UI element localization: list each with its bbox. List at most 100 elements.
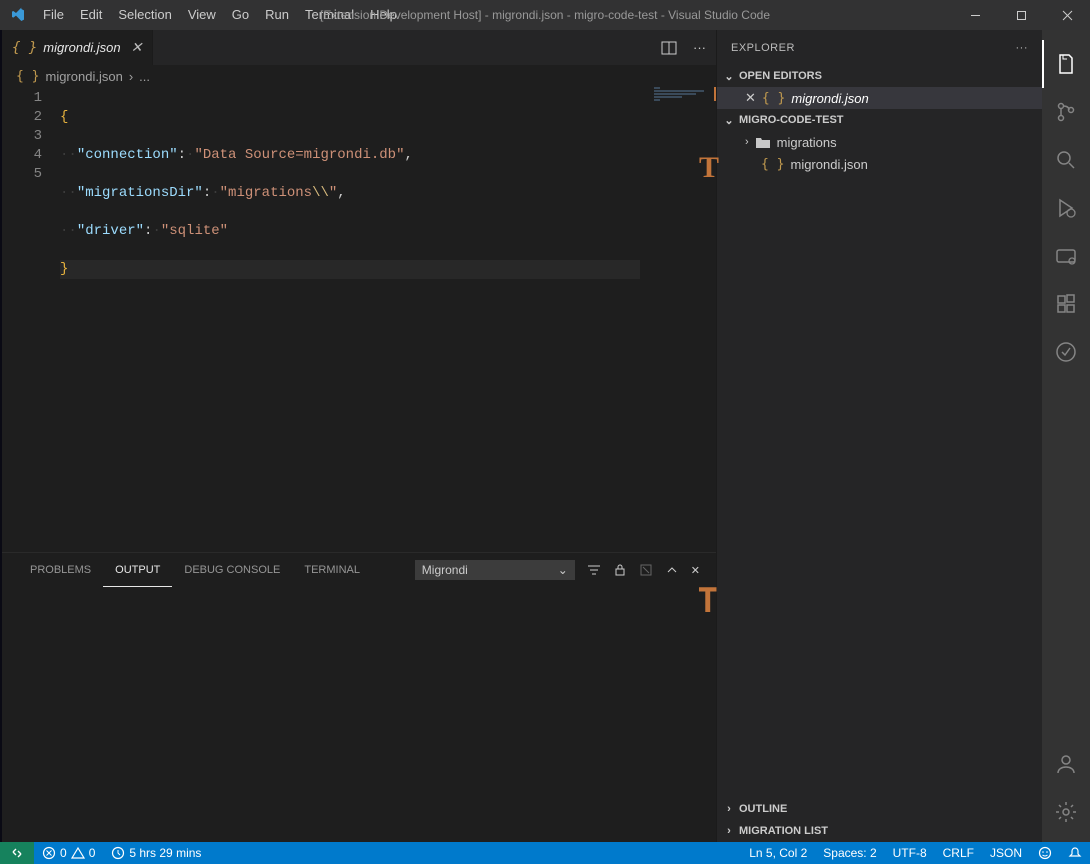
clear-output-icon[interactable]: [639, 563, 653, 577]
lock-scroll-icon[interactable]: [613, 563, 627, 577]
code-token: {: [60, 109, 68, 125]
output-body[interactable]: T: [2, 587, 716, 842]
tab-close-icon[interactable]: ✕: [131, 39, 143, 56]
section-label: MIGRATION LIST: [739, 825, 828, 837]
breadcrumb-file: migrondi.json: [45, 69, 122, 84]
code-token: "migrationsDir": [77, 185, 203, 201]
status-spaces[interactable]: Spaces: 2: [815, 842, 884, 864]
json-icon: { }: [12, 40, 37, 56]
status-time[interactable]: 5 hrs 29 mins: [103, 842, 209, 864]
code-token: "connection": [77, 147, 178, 163]
editor[interactable]: 1 2 3 4 5 { ··"connection":·"Data Source…: [2, 87, 716, 552]
line-number: 3: [2, 127, 60, 146]
sidebar-explorer: EXPLORER ··· ⌄ OPEN EDITORS ✕ { } migron…: [716, 30, 1042, 842]
panel-tab-debug-console[interactable]: DEBUG CONSOLE: [172, 553, 292, 587]
output-channel-select[interactable]: Migrondi ⌄: [415, 560, 575, 580]
status-eol[interactable]: CRLF: [935, 842, 982, 864]
activity-settings-icon[interactable]: [1042, 788, 1090, 836]
menu-run[interactable]: Run: [257, 0, 297, 30]
activity-scm-icon[interactable]: [1042, 88, 1090, 136]
output-channel-value: Migrondi: [422, 563, 468, 577]
status-error-count: 0: [60, 846, 67, 860]
sidebar-more-icon[interactable]: ···: [1016, 42, 1029, 54]
activity-extensions-icon[interactable]: [1042, 280, 1090, 328]
menu-edit[interactable]: Edit: [72, 0, 110, 30]
status-time-text: 5 hrs 29 mins: [129, 846, 201, 860]
menu-view[interactable]: View: [180, 0, 224, 30]
split-editor-icon[interactable]: [661, 40, 677, 56]
tree-folder-migrations[interactable]: › migrations: [717, 131, 1042, 153]
window-title: [Extension Development Host] - migrondi.…: [320, 8, 770, 22]
maximize-button[interactable]: [998, 0, 1044, 30]
status-feedback-icon[interactable]: [1030, 842, 1060, 864]
close-editor-icon[interactable]: ✕: [745, 90, 756, 106]
line-number: 2: [2, 108, 60, 127]
statusbar: 0 0 5 hrs 29 mins Ln 5, Col 2 Spaces: 2 …: [0, 842, 1090, 864]
line-number: 1: [2, 89, 60, 108]
section-label: MIGRO-CODE-TEST: [739, 114, 844, 126]
panel-tab-terminal[interactable]: TERMINAL: [292, 553, 372, 587]
open-editor-item[interactable]: ✕ { } migrondi.json: [717, 87, 1042, 109]
chevron-down-icon: ⌄: [723, 70, 735, 83]
close-button[interactable]: [1044, 0, 1090, 30]
activity-account-icon[interactable]: [1042, 740, 1090, 788]
section-label: OUTLINE: [739, 803, 787, 815]
filter-icon[interactable]: [587, 563, 601, 577]
close-panel-icon[interactable]: ✕: [691, 564, 700, 577]
json-icon: { }: [761, 157, 784, 172]
section-migration-list[interactable]: › MIGRATION LIST: [717, 820, 1042, 842]
activity-remote-icon[interactable]: [1042, 232, 1090, 280]
code-token: }: [60, 261, 68, 277]
status-encoding[interactable]: UTF-8: [885, 842, 935, 864]
tree-folder-label: migrations: [777, 135, 837, 150]
menu-selection[interactable]: Selection: [110, 0, 179, 30]
bottom-panel: PROBLEMS OUTPUT DEBUG CONSOLE TERMINAL M…: [2, 552, 716, 842]
status-remote-icon[interactable]: [0, 842, 34, 864]
panel-tab-output[interactable]: OUTPUT: [103, 553, 172, 587]
editor-region: { } migrondi.json ✕ ··· { } migrondi.jso…: [0, 30, 716, 842]
code-token: \\: [312, 185, 329, 201]
panel-tab-problems[interactable]: PROBLEMS: [18, 553, 103, 587]
menu-file[interactable]: File: [35, 0, 72, 30]
window-controls: [952, 0, 1090, 30]
chevron-down-icon: ⌄: [723, 114, 735, 127]
activity-explorer-icon[interactable]: [1042, 40, 1090, 88]
collapse-panel-icon[interactable]: [665, 563, 679, 577]
chevron-down-icon: ⌄: [558, 563, 568, 577]
json-icon: { }: [762, 91, 785, 106]
more-actions-icon[interactable]: ···: [693, 40, 706, 55]
breadcrumb[interactable]: { } migrondi.json › ...: [2, 65, 716, 87]
open-editor-filename: migrondi.json: [791, 91, 868, 106]
chevron-right-icon: ›: [745, 136, 749, 148]
code-token: "Data Source=migrondi.db": [194, 147, 404, 163]
minimize-button[interactable]: [952, 0, 998, 30]
activity-run-icon[interactable]: [1042, 184, 1090, 232]
sidebar-title-text: EXPLORER: [731, 42, 795, 54]
tree-file-migrondi[interactable]: { } migrondi.json T: [717, 153, 1042, 175]
activity-migrondi-icon[interactable]: [1042, 328, 1090, 376]
activity-bar: [1042, 30, 1090, 842]
status-cursor[interactable]: Ln 5, Col 2: [741, 842, 815, 864]
overlay-letter: T: [699, 151, 719, 185]
status-notifications-icon[interactable]: [1060, 842, 1090, 864]
section-project[interactable]: ⌄ MIGRO-CODE-TEST: [717, 109, 1042, 131]
menu-go[interactable]: Go: [224, 0, 257, 30]
line-number: 5: [2, 165, 60, 184]
section-outline[interactable]: › OUTLINE: [717, 798, 1042, 820]
overlay-letter: T: [698, 581, 718, 621]
minimap[interactable]: [654, 87, 714, 132]
status-problems[interactable]: 0 0: [34, 842, 103, 864]
code-token: "sqlite": [161, 223, 228, 239]
editor-tab-migrondi[interactable]: { } migrondi.json ✕: [2, 30, 153, 65]
status-language[interactable]: JSON: [982, 842, 1030, 864]
code-area[interactable]: { ··"connection":·"Data Source=migrondi.…: [60, 87, 716, 552]
json-icon: { }: [16, 69, 39, 84]
breadcrumb-sep: ›: [129, 69, 133, 84]
titlebar: File Edit Selection View Go Run Terminal…: [0, 0, 1090, 30]
code-token: "driver": [77, 223, 144, 239]
status-warning-count: 0: [89, 846, 96, 860]
section-open-editors[interactable]: ⌄ OPEN EDITORS: [717, 65, 1042, 87]
tab-actions: ···: [661, 40, 716, 56]
panel-tabs: PROBLEMS OUTPUT DEBUG CONSOLE TERMINAL M…: [2, 553, 716, 587]
activity-search-icon[interactable]: [1042, 136, 1090, 184]
